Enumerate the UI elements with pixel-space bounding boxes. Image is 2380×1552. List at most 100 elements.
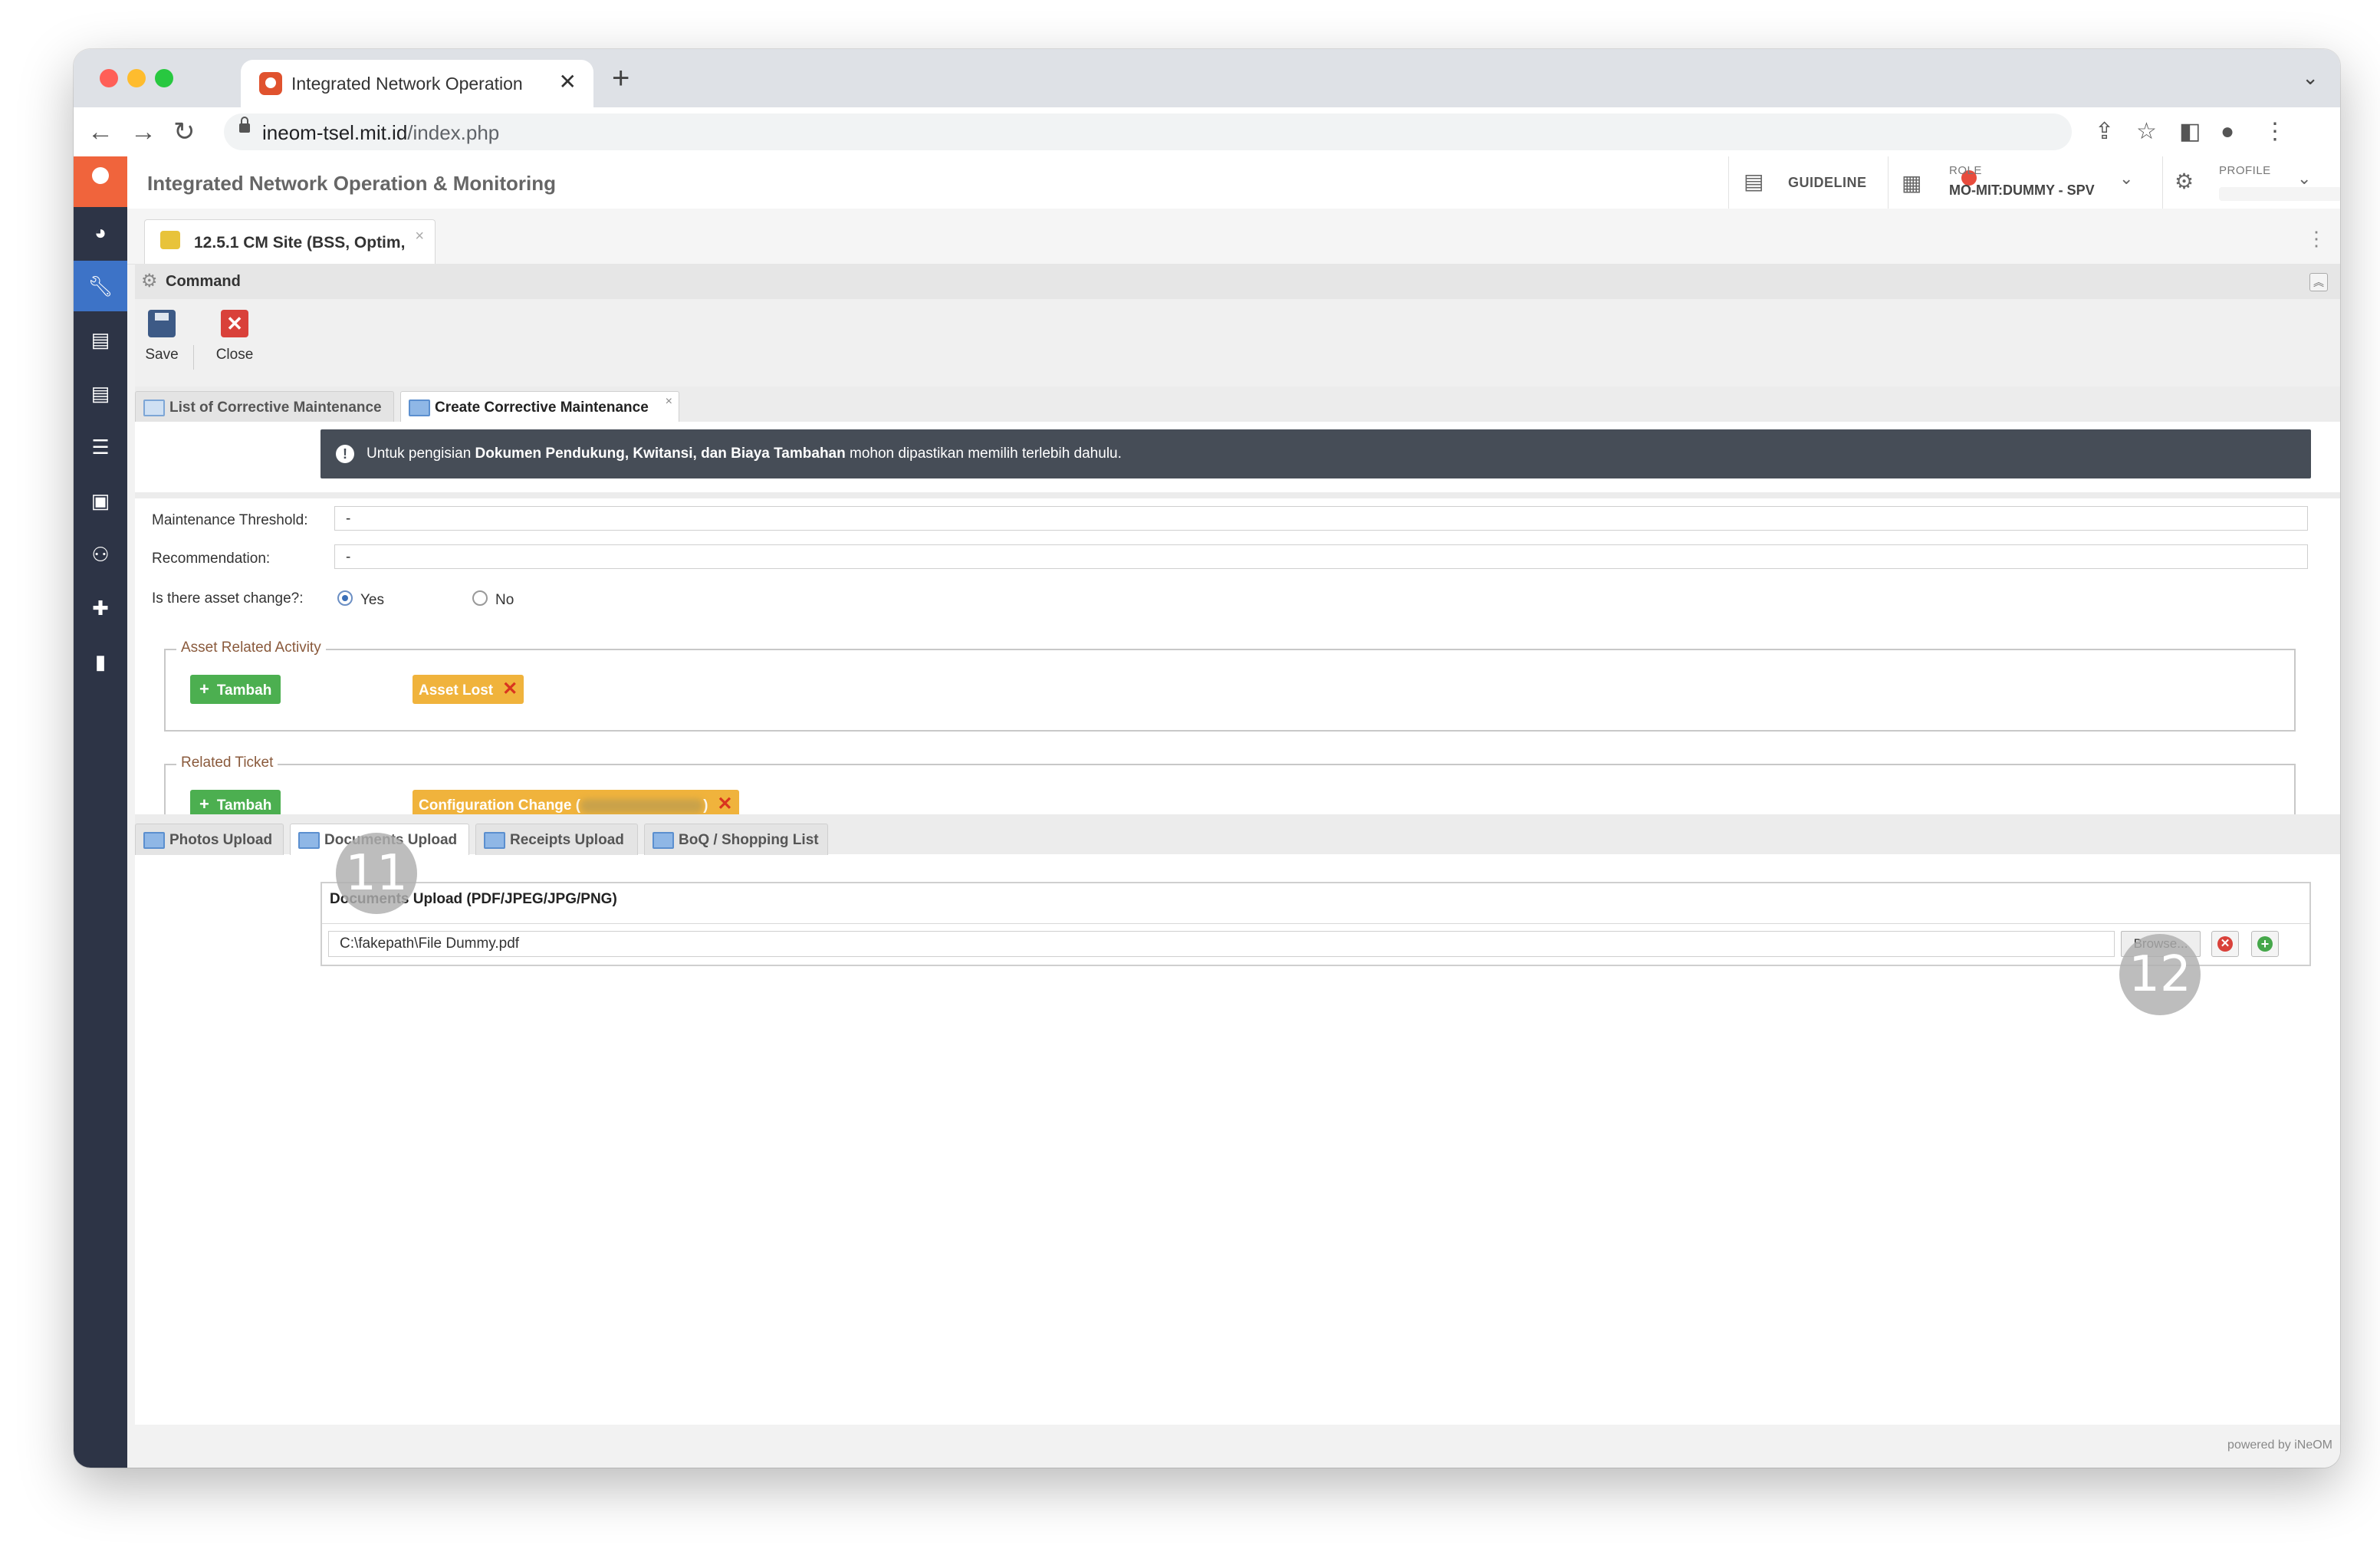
minimize-window-button[interactable] xyxy=(127,69,146,87)
chip-label: Asset Lost xyxy=(419,682,494,699)
remove-file-button[interactable]: ✕ xyxy=(2211,931,2239,957)
dashboard-pie-icon[interactable]: ◕ xyxy=(74,207,127,258)
add-asset-activity-button[interactable]: + Tambah xyxy=(190,675,281,704)
tab-label: Photos Upload xyxy=(169,832,273,848)
tab-create-corrective-maintenance[interactable]: Create Corrective Maintenance × xyxy=(400,391,679,423)
page-tab-title: 12.5.1 CM Site (BSS, Optim, xyxy=(194,234,406,252)
upload-tabs-bar: Photos Upload Documents Upload Receipts … xyxy=(135,814,2340,855)
asset-lost-chip: Asset Lost ✕ xyxy=(413,675,524,704)
yes-label[interactable]: Yes xyxy=(360,592,384,609)
step-marker-12: 12 xyxy=(2119,934,2201,1015)
recommendation-label: Recommendation: xyxy=(152,551,271,567)
browser-toolbar: ← → ↻ ineom-tsel.mit.id/index.php ⇪ ☆ ◧ … xyxy=(74,107,2340,157)
alert-prefix: Untuk pengisian xyxy=(367,446,475,462)
browser-tab-title: Integrated Network Operation xyxy=(291,74,523,94)
tab-label: BoQ / Shopping List xyxy=(679,832,819,848)
save-button[interactable]: Save xyxy=(141,310,182,363)
save-label: Save xyxy=(145,347,179,363)
profile-caption: PROFILE xyxy=(2219,164,2271,177)
share-icon[interactable]: ⇪ xyxy=(2095,117,2114,147)
threshold-field[interactable]: - xyxy=(334,506,2308,531)
toolbar-divider xyxy=(193,345,194,370)
tab-list-corrective-maintenance[interactable]: List of Corrective Maintenance xyxy=(135,391,394,423)
url-host: ineom-tsel.mit.id xyxy=(262,121,408,144)
form-content: ! Untuk pengisian Dokumen Pendukung, Kwi… xyxy=(135,422,2340,1428)
close-window-button[interactable] xyxy=(100,69,118,87)
browser-tab[interactable]: Integrated Network Operation ✕ xyxy=(241,60,593,107)
users-icon[interactable]: ⚇ xyxy=(74,529,127,580)
remove-x-icon: ✕ xyxy=(2217,936,2233,952)
browser-menu-icon[interactable]: ⋮ xyxy=(2263,117,2286,147)
close-button[interactable]: ✕ Close xyxy=(212,310,258,363)
address-bar[interactable]: ineom-tsel.mit.id/index.php xyxy=(224,113,2072,150)
tab-label: Create Corrective Maintenance xyxy=(435,400,649,416)
asset-change-yes-radio[interactable] xyxy=(337,590,353,606)
tab-receipts-upload[interactable]: Receipts Upload xyxy=(475,824,638,855)
role-value[interactable]: MO-MIT:DUMMY - SPV xyxy=(1949,182,2095,199)
clipboard-list-icon[interactable]: ▤ xyxy=(74,368,127,419)
clipboard-icon[interactable]: ▤ xyxy=(74,314,127,365)
remove-chip-icon[interactable]: ✕ xyxy=(502,679,518,699)
add-file-button[interactable]: + xyxy=(2251,931,2279,957)
redacted-ticket-id xyxy=(580,798,704,813)
remove-chip-icon[interactable]: ✕ xyxy=(717,794,732,814)
url-text: ineom-tsel.mit.id/index.php xyxy=(262,121,499,145)
tab-boq-shopping-list[interactable]: BoQ / Shopping List xyxy=(644,824,828,855)
new-tab-button[interactable]: + xyxy=(612,63,630,94)
close-tab-icon[interactable]: ✕ xyxy=(559,71,577,94)
close-label: Close xyxy=(215,347,254,363)
no-label[interactable]: No xyxy=(495,592,514,609)
back-arrow-icon[interactable]: ← xyxy=(87,117,113,147)
document-file-field[interactable]: C:\fakepath\File Dummy.pdf xyxy=(328,931,2115,957)
exclamation-icon: ! xyxy=(336,445,354,463)
settings-gear-icon[interactable]: ⚙ xyxy=(2175,169,2194,194)
recommendation-field[interactable]: - xyxy=(334,544,2308,569)
section-divider xyxy=(135,492,2340,498)
folder-icon xyxy=(143,832,165,849)
documents-upload-box: Documents Upload (PDF/JPEG/JPG/PNG) C:\f… xyxy=(321,882,2311,966)
profile-name-redacted xyxy=(2219,187,2340,201)
add-label: Tambah xyxy=(216,682,272,699)
close-x-icon: ✕ xyxy=(221,310,248,337)
asset-change-no-radio[interactable] xyxy=(472,590,488,606)
archive-icon[interactable]: ▣ xyxy=(74,475,127,526)
upload-section: Photos Upload Documents Upload Receipts … xyxy=(135,814,2340,1428)
book-icon[interactable]: ▮ xyxy=(74,636,127,687)
add-label: Tambah xyxy=(216,797,272,814)
server-icon[interactable]: ☰ xyxy=(74,422,127,472)
header-divider xyxy=(2162,156,2163,209)
forward-arrow-icon[interactable]: → xyxy=(130,117,156,147)
app-sidebar: ◕ 🔧︎ ▤ ▤ ☰ ▣ ⚇ ✚ ▮ xyxy=(74,156,127,1468)
account-avatar-icon[interactable]: ● xyxy=(2221,117,2234,147)
puzzle-icon[interactable]: ✚ xyxy=(74,583,127,633)
page-tab-cm-site[interactable]: 12.5.1 CM Site (BSS, Optim, × xyxy=(144,219,436,265)
reload-icon[interactable]: ↻ xyxy=(173,117,196,147)
profile-chevron-down-icon[interactable]: ⌄ xyxy=(2297,169,2311,189)
maintenance-wrench-icon[interactable]: 🔧︎ xyxy=(74,261,127,311)
more-options-icon[interactable]: ⋮ xyxy=(2306,227,2326,251)
upload-divider xyxy=(322,923,2309,924)
close-page-tab-icon[interactable]: × xyxy=(415,228,424,245)
bookmark-star-icon[interactable]: ☆ xyxy=(2136,117,2157,147)
cm-site-module-icon xyxy=(160,231,180,249)
page-panel: ⚙ Command ︽ Save ✕ Close List of Correct… xyxy=(135,264,2340,1428)
tab-label: Receipts Upload xyxy=(510,832,624,848)
role-chevron-down-icon[interactable]: ⌄ xyxy=(2119,169,2133,189)
close-subtab-icon[interactable]: × xyxy=(666,395,672,409)
command-toolbar: Save ✕ Close xyxy=(135,299,2340,386)
alert-suffix: mohon dipastikan memilih terlebih dahulu… xyxy=(845,446,1122,462)
powered-by-text: powered by iNeOM xyxy=(2227,1439,2332,1452)
maximize-window-button[interactable] xyxy=(155,69,173,87)
header-divider xyxy=(1728,156,1729,209)
guideline-book-icon[interactable]: ▤ xyxy=(1744,169,1764,194)
app-logo-icon[interactable] xyxy=(74,156,127,207)
alert-bold: Dokumen Pendukung, Kwitansi, dan Biaya T… xyxy=(475,446,846,462)
side-panel-icon[interactable]: ◧ xyxy=(2179,117,2201,147)
form-subtabs: List of Corrective Maintenance Create Co… xyxy=(135,386,2340,423)
collapse-chevron-up-icon[interactable]: ︽ xyxy=(2309,273,2328,291)
tab-photos-upload[interactable]: Photos Upload xyxy=(135,824,284,855)
tab-search-chevron-icon[interactable]: ⌄ xyxy=(2302,66,2319,90)
url-path: /index.php xyxy=(407,121,500,144)
guideline-link[interactable]: GUIDELINE xyxy=(1788,175,1867,191)
site-favicon-icon xyxy=(259,72,282,95)
